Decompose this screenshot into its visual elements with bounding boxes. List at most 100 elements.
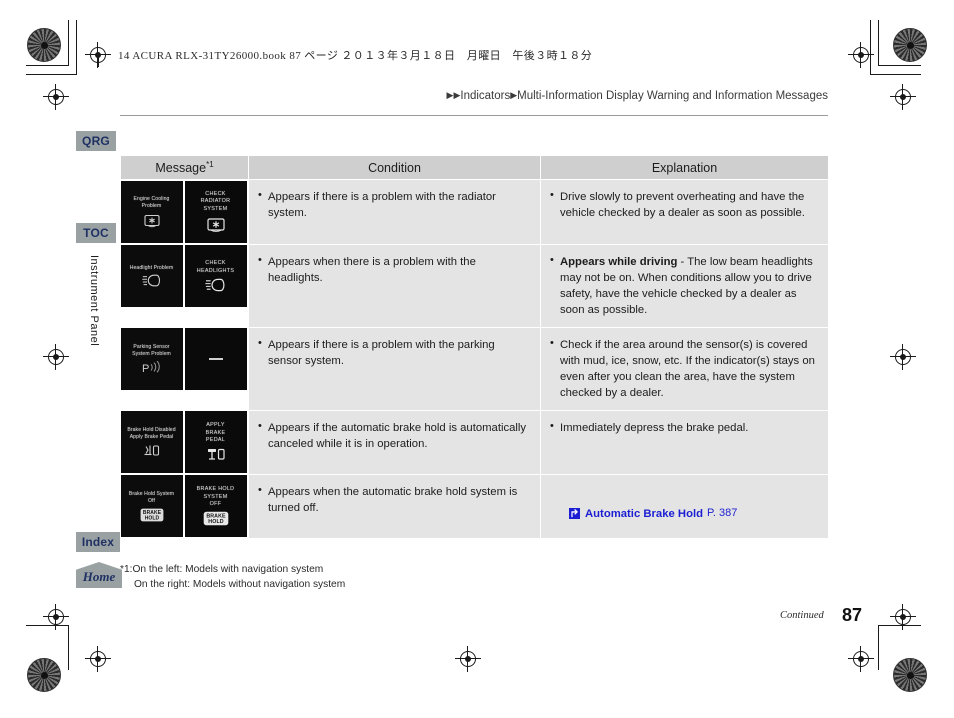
jump-arrow-icon	[569, 508, 580, 520]
tile-text: Brake Hold Disabled Apply Brake Pedal	[127, 426, 176, 440]
tile-text: APPLY BRAKE PEDAL	[205, 422, 226, 443]
low-beam-headlight-icon	[141, 274, 162, 287]
table-row: Brake Hold Disabled Apply Brake Pedal APP…	[120, 409, 829, 475]
message-cell: Parking Sensor System Problem P	[120, 327, 249, 411]
footnote-line-1: *1:On the left: Models with navigation s…	[120, 564, 324, 575]
crop-tick-bottom-center	[455, 658, 456, 659]
breadcrumb-divider	[120, 115, 828, 116]
page-number: 87	[842, 605, 863, 625]
message-tile-group: Engine Cooling Problem CHECK RADIATOR SYSTE…	[120, 180, 249, 244]
crop-line-top-right-v2	[870, 20, 871, 75]
sidebar-tab-home[interactable]: Home	[76, 562, 122, 588]
table-footnote: *1:On the left: Models with navigation s…	[120, 563, 345, 593]
crop-line-bottom-right-h1	[878, 625, 921, 626]
explanation-text: Check if the area around the sensor(s) i…	[550, 336, 818, 401]
warning-messages-table: Message*1 Condition Explanation Engine C…	[120, 155, 829, 539]
column-header-message-label: Message	[155, 161, 207, 176]
svg-text:HOLD: HOLD	[208, 519, 223, 525]
crop-line-top-right-v1	[878, 20, 879, 65]
engine-coolant-temp-icon	[206, 216, 226, 233]
display-tile-without-nav: CHECK RADIATOR SYSTEM	[184, 181, 247, 243]
condition-cell: Appears if there is a problem with the r…	[248, 179, 541, 245]
column-header-message-footnote-ref: *1	[206, 159, 214, 169]
display-tile-with-nav: Engine Cooling Problem	[120, 181, 183, 243]
message-cell: Brake Hold Disabled Apply Brake Pedal APP…	[120, 410, 249, 475]
registration-mark-bottom-right	[848, 646, 874, 672]
table-row: Brake Hold System Off BRAKE HOLD BRAKE HOL…	[120, 473, 829, 539]
breadcrumb-arrow-2: ▶	[453, 90, 461, 100]
display-tile-without-nav: APPLY BRAKE PEDAL	[184, 411, 247, 474]
explanation-cell: Immediately depress the brake pedal.	[540, 409, 829, 475]
condition-cell: Appears when there is a problem with the…	[248, 243, 541, 328]
cross-reference-link[interactable]: Automatic Brake Hold P. 387	[569, 506, 818, 522]
display-tile-without-nav: BRAKE HOLD SYSTEM OFF BRAKE HOLD	[184, 475, 247, 538]
registration-mark-left-middle	[43, 344, 69, 370]
breadcrumb-item-indicators[interactable]: Indicators	[460, 90, 510, 102]
engine-coolant-temp-icon	[143, 213, 161, 228]
continued-label: Continued	[780, 610, 824, 621]
explanation-cell: Appears while driving - The low beam hea…	[540, 243, 829, 328]
breadcrumb-arrow-3: ▶	[510, 90, 518, 100]
crop-line-bottom-left-h1	[26, 625, 69, 626]
registration-mark-right-lower	[890, 604, 916, 630]
condition-cell: Appears if there is a problem with the p…	[248, 326, 541, 411]
condition-cell: Appears when the automatic brake hold sy…	[248, 473, 541, 539]
message-cell: Engine Cooling Problem CHECK RADIATOR SYSTE…	[120, 179, 249, 244]
registration-mark-left-lower	[43, 604, 69, 630]
registration-mark-right-middle	[890, 344, 916, 370]
low-beam-headlight-icon	[204, 278, 227, 292]
sidebar-tab-toc[interactable]: TOC	[76, 223, 116, 243]
brake-pedal-icon	[205, 447, 227, 462]
crop-line-top-left-h1	[26, 65, 69, 66]
column-header-message: Message*1	[120, 155, 249, 180]
svg-text:HOLD: HOLD	[144, 515, 159, 521]
link-label: Automatic Brake Hold	[585, 507, 704, 520]
explanation-cell: Drive slowly to prevent overheating and …	[540, 179, 829, 245]
link-page-ref: P. 387	[707, 506, 738, 519]
message-cell: Headlight Problem CHECK HEADLIGHTS	[120, 244, 249, 328]
condition-cell: Appears if the automatic brake hold is a…	[248, 409, 541, 475]
message-cell: Brake Hold System Off BRAKE HOLD BRAKE HOL…	[120, 474, 249, 539]
display-tile-without-nav: CHECK HEADLIGHTS	[184, 245, 247, 307]
color-registration-circle-top-right	[893, 28, 927, 62]
crop-line-top-right-h2	[870, 74, 921, 75]
color-registration-circle-bottom-left	[27, 658, 61, 692]
condition-text: Appears when there is a problem with the…	[258, 252, 530, 286]
section-label-instrument-panel: Instrument Panel	[88, 255, 100, 347]
registration-mark-left-upper	[43, 84, 69, 110]
explanation-item: Appears while driving - The low beam hea…	[550, 252, 818, 318]
condition-text: Appears if there is a problem with the r…	[258, 188, 530, 221]
message-tile-group: Brake Hold System Off BRAKE HOLD BRAKE HOL…	[120, 474, 249, 538]
tile-text: BRAKE HOLD SYSTEM OFF	[196, 486, 235, 507]
brake-hold-icon: BRAKE HOLD	[203, 511, 229, 526]
breadcrumb-arrow-1: ▶	[446, 90, 454, 100]
brake-hold-icon: BRAKE HOLD	[140, 508, 164, 522]
explanation-text: Drive slowly to prevent overheating and …	[550, 188, 818, 221]
message-tile-group: Headlight Problem CHECK HEADLIGHTS	[120, 244, 249, 308]
crop-line-top-left-v1	[68, 20, 69, 65]
table-row: Engine Cooling Problem CHECK RADIATOR SYSTE…	[120, 179, 829, 245]
display-tile-with-nav: Headlight Problem	[120, 245, 183, 307]
crop-tick-top-a	[98, 55, 99, 67]
breadcrumb: ▶▶Indicators▶Multi-Information Display W…	[120, 90, 828, 108]
breadcrumb-item-current[interactable]: Multi-Information Display Warning and In…	[517, 90, 828, 102]
brake-pedal-icon	[142, 444, 162, 458]
sidebar-tab-index[interactable]: Index	[76, 532, 120, 552]
display-tile-with-nav: Brake Hold System Off BRAKE HOLD	[120, 475, 183, 538]
tile-text: Brake Hold System Off	[128, 490, 175, 504]
tile-text: Engine Cooling Problem	[133, 196, 170, 209]
table-row: Headlight Problem CHECKHEADLIGHTS Appear…	[120, 243, 829, 328]
sidebar-tab-qrg[interactable]: QRG	[76, 131, 116, 151]
color-registration-circle-bottom-right	[893, 658, 927, 692]
table-row: Parking SensorSystem Problem P Appears i…	[120, 326, 829, 411]
column-header-explanation: Explanation	[540, 155, 829, 180]
message-tile-group: Parking Sensor System Problem P	[120, 327, 249, 391]
display-tile-with-nav: Brake Hold Disabled Apply Brake Pedal	[120, 411, 183, 474]
crop-line-bottom-right-v1	[878, 625, 879, 670]
print-file-header: 14 ACURA RLX-31TY26000.book 87 ページ ２０１３年…	[118, 50, 593, 62]
tile-text: Parking Sensor System Problem	[132, 344, 171, 358]
registration-mark-bottom-left	[85, 646, 111, 672]
tile-text: Headlight Problem	[129, 264, 174, 271]
condition-text: Appears if the automatic brake hold is a…	[258, 419, 530, 452]
column-header-condition: Condition	[248, 155, 541, 180]
